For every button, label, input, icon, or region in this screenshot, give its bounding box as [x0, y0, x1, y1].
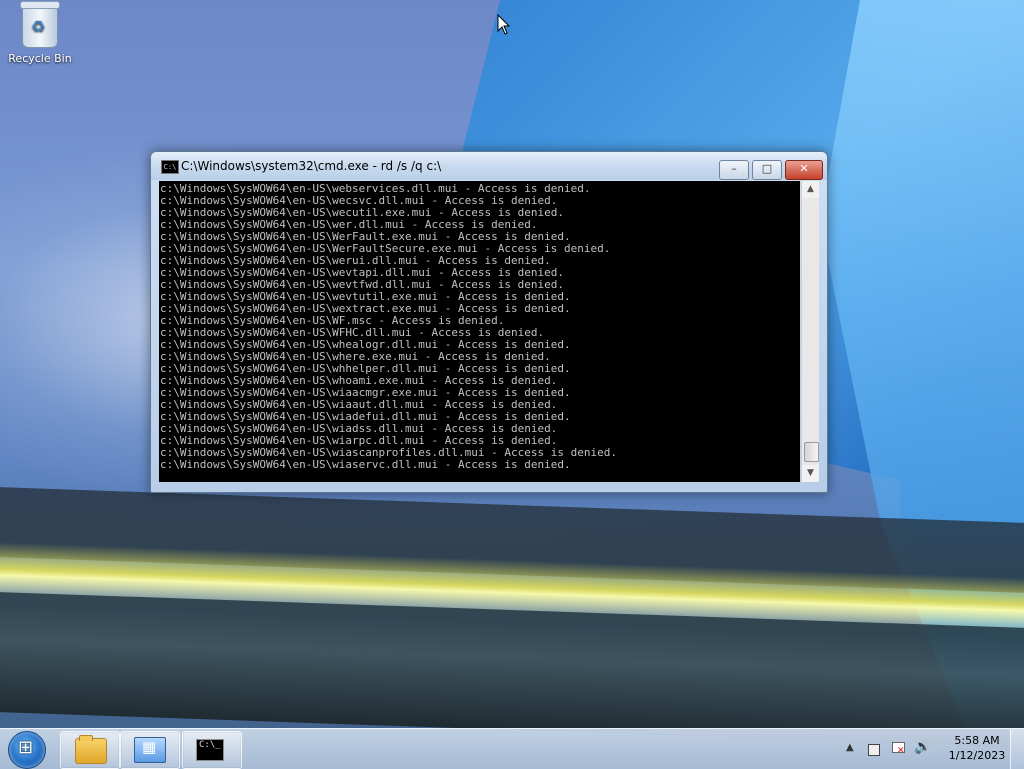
- desktop-icon-recycle-bin[interactable]: Recycle Bin: [4, 1, 76, 65]
- taskbar-explorer-button[interactable]: [60, 731, 120, 769]
- action-center-flag-icon[interactable]: [890, 740, 906, 756]
- cmd-icon: C:\: [161, 160, 179, 174]
- taskbar: C:\_ ▲ 🔊 5:58 AM 1/12/2023: [0, 728, 1024, 769]
- clock-date: 1/12/2023: [948, 749, 1006, 762]
- taskbar-control-panel-button[interactable]: [120, 731, 180, 769]
- clock[interactable]: 5:58 AM 1/12/2023: [941, 733, 1013, 763]
- window-titlebar[interactable]: C:\ C:\Windows\system32\cmd.exe - rd /s …: [151, 152, 827, 180]
- vertical-scrollbar[interactable]: ▲ ▼: [801, 181, 819, 482]
- console-line: c:\Windows\SysWOW64\en-US\wiaservc.dll.m…: [160, 458, 571, 471]
- show-hidden-icons-arrow-icon[interactable]: ▲: [846, 742, 854, 753]
- scroll-down-arrow-icon[interactable]: ▼: [802, 465, 819, 482]
- start-button[interactable]: [8, 731, 46, 769]
- scroll-up-arrow-icon[interactable]: ▲: [802, 181, 819, 198]
- taskbar-cmd-button[interactable]: C:\_: [182, 731, 242, 769]
- system-tray: ▲ 🔊 5:58 AM 1/12/2023: [838, 729, 1024, 769]
- maximize-button[interactable]: □: [752, 160, 782, 180]
- clock-time: 5:58 AM: [954, 734, 1000, 747]
- close-button[interactable]: ✕: [785, 160, 823, 180]
- cmd-window[interactable]: C:\ C:\Windows\system32\cmd.exe - rd /s …: [150, 151, 828, 493]
- show-desktop-button[interactable]: [1010, 729, 1024, 769]
- network-icon[interactable]: [868, 740, 882, 756]
- minimize-button[interactable]: –: [719, 160, 749, 180]
- cmd-icon: C:\_: [196, 739, 224, 761]
- window-title: C:\Windows\system32\cmd.exe - rd /s /q c…: [181, 159, 442, 173]
- console-output[interactable]: c:\Windows\SysWOW64\en-US\webservices.dl…: [159, 181, 800, 482]
- control-panel-icon: [134, 737, 166, 763]
- volume-icon[interactable]: 🔊: [914, 739, 931, 755]
- scroll-thumb[interactable]: [804, 442, 819, 462]
- folder-icon: [75, 735, 107, 764]
- recycle-bin-icon: [20, 1, 60, 48]
- desktop-icon-label: Recycle Bin: [8, 52, 72, 65]
